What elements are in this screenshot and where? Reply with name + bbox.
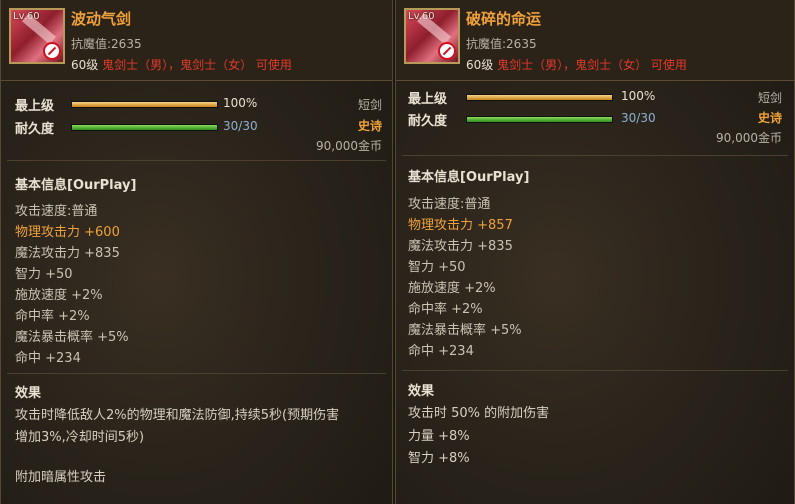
effect-line: 附加暗属性攻击	[15, 470, 107, 485]
requirement: 60级 鬼剑士（男），鬼剑士（女） 可使用	[71, 56, 292, 73]
stat-line: 智力 +50	[408, 260, 466, 275]
durability-label: 耐久度	[408, 114, 448, 129]
max-grade-label: 最上级	[408, 92, 448, 107]
stat-line: 命中率 +2%	[15, 309, 90, 324]
basic-info-header: 基本信息[OurPlay]	[15, 178, 137, 193]
stat-line: 命中率 +2%	[408, 302, 483, 317]
durability-bar	[466, 116, 613, 123]
stat-line: 魔法攻击力 +835	[408, 239, 513, 254]
item-price: 90,000金币	[716, 131, 782, 145]
item-tooltip-right: Lv.60 破碎的命运 抗魔值:2635 60级 鬼剑士（男），鬼剑士（女） 可…	[395, 0, 795, 504]
item-tooltip-left: Lv.60 波动气剑 抗魔值:2635 60级 鬼剑士（男），鬼剑士（女） 可使…	[0, 0, 393, 504]
effect-line: 力量 +8%	[408, 429, 470, 444]
stat-line: 命中 +234	[408, 344, 474, 359]
required-class: 鬼剑士（男），鬼剑士（女） 可使用	[497, 58, 687, 72]
stat-line: 魔法攻击力 +835	[15, 246, 120, 261]
item-grade: 史诗	[757, 111, 782, 125]
basic-info-header: 基本信息[OurPlay]	[408, 170, 530, 185]
stat-line: 施放速度 +2%	[15, 288, 103, 303]
stat-line: 物理攻击力 +857	[408, 218, 513, 233]
divider	[402, 155, 788, 156]
max-grade-value: 100%	[223, 96, 258, 110]
max-grade-fill	[72, 102, 217, 107]
sword-item-icon[interactable]: Lv.60	[404, 8, 460, 64]
durability-fill	[467, 117, 612, 122]
required-level: 60级	[466, 58, 494, 72]
max-grade-fill	[467, 95, 612, 100]
durability-fill	[72, 125, 217, 130]
item-name: 波动气剑	[71, 10, 132, 28]
durability-value: 30/30	[223, 119, 258, 133]
max-grade-bar	[71, 101, 218, 108]
stat-line: 智力 +50	[15, 267, 73, 282]
effect-line: 增加3%,冷却时间5秒)	[15, 430, 145, 445]
stat-line: 攻击速度:普通	[408, 197, 491, 212]
durability-label: 耐久度	[15, 122, 55, 137]
required-class: 鬼剑士（男），鬼剑士（女） 可使用	[102, 58, 292, 72]
item-name: 破碎的命运	[466, 10, 542, 28]
stat-line: 施放速度 +2%	[408, 281, 496, 296]
anti-magic-value: 抗魔值:2635	[466, 37, 537, 51]
item-type: 短剑	[357, 98, 382, 112]
item-type: 短剑	[757, 91, 782, 105]
required-level: 60级	[71, 58, 99, 72]
prohibited-icon	[438, 42, 456, 60]
item-price: 90,000金币	[316, 139, 382, 153]
effect-line: 智力 +8%	[408, 451, 470, 466]
sword-item-icon[interactable]: Lv.60	[9, 8, 65, 64]
tooltip-header: Lv.60 波动气剑 抗魔值:2635 60级 鬼剑士（男），鬼剑士（女） 可使…	[1, 0, 392, 81]
stat-line: 物理攻击力 +600	[15, 225, 120, 240]
stat-line: 命中 +234	[15, 351, 81, 366]
stat-line: 攻击速度:普通	[15, 204, 98, 219]
tooltip-header: Lv.60 破碎的命运 抗魔值:2635 60级 鬼剑士（男），鬼剑士（女） 可…	[396, 0, 794, 81]
max-grade-value: 100%	[621, 89, 656, 103]
stat-line: 魔法暴击概率 +5%	[15, 330, 129, 345]
anti-magic-value: 抗魔值:2635	[71, 37, 142, 51]
effect-header: 效果	[15, 386, 42, 401]
requirement: 60级 鬼剑士（男），鬼剑士（女） 可使用	[466, 56, 687, 73]
durability-bar	[71, 124, 218, 131]
max-grade-bar	[466, 94, 613, 101]
divider	[7, 160, 386, 161]
durability-value: 30/30	[621, 111, 656, 125]
item-grade: 史诗	[357, 119, 382, 133]
divider	[402, 370, 788, 371]
effect-line: 攻击时降低敌人2%的物理和魔法防御,持续5秒(预期伤害	[15, 408, 340, 423]
max-grade-label: 最上级	[15, 99, 55, 114]
prohibited-icon	[43, 42, 61, 60]
stat-line: 魔法暴击概率 +5%	[408, 323, 522, 338]
effect-line: 攻击时 50% 的附加伤害	[408, 406, 550, 421]
effect-header: 效果	[408, 384, 435, 399]
divider	[7, 373, 386, 374]
